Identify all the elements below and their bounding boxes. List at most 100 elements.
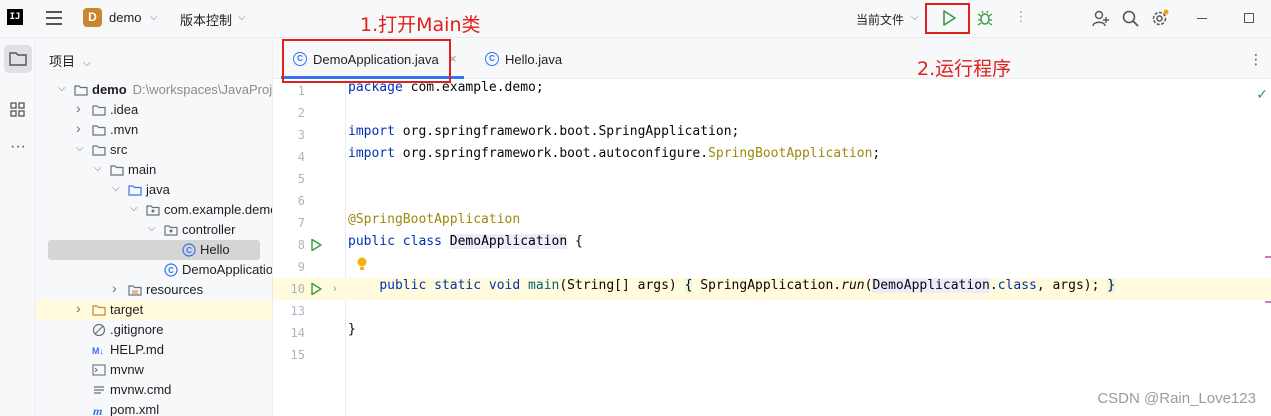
minimize-icon[interactable] [1197,18,1207,19]
tree-item-text: demo [92,82,127,97]
no-problems-check-icon[interactable]: ✓ [1256,86,1268,103]
chevron-down-icon[interactable]: ⌵ [58,83,68,94]
code-token: import [348,146,395,161]
structure-tool-button[interactable] [4,95,32,123]
tab-hello[interactable]: C Hello.java [473,39,583,79]
tree-item-label: pom.xml [110,402,159,416]
tree-item[interactable]: › target [36,300,272,320]
chevron-down-icon[interactable]: ⌵ [76,143,86,154]
chevron-down-icon[interactable]: ⌵ [94,163,104,174]
tree-item[interactable]: › .mvn [36,120,272,140]
run-gutter-icon[interactable] [309,238,323,252]
vcs-menu[interactable]: 版本控制 [180,10,232,29]
maximize-icon[interactable] [1244,13,1254,23]
tree-item-path: D:\workspaces\JavaProje [132,82,273,97]
tree-item-text: java [146,182,170,197]
project-badge[interactable]: D [83,8,102,27]
chevron-right-icon[interactable]: › [76,300,86,316]
tree-item[interactable]: ⌵ main [36,160,272,180]
chevron-down-icon[interactable]: ⌵ [112,183,122,194]
tree-item[interactable]: .gitignore [36,320,272,340]
project-panel: 项目 ⌵ ⌵ demo D:\workspaces\JavaProje › .idea ›… [36,39,273,416]
tree-item-label: DemoApplication [182,262,273,277]
tree-item[interactable]: ⌵ controller [36,220,272,240]
project-tool-button[interactable] [4,45,32,73]
chevron-down-icon[interactable]: ⌵ [150,12,158,23]
tree-item-label: .gitignore [110,322,163,337]
chevron-down-icon[interactable]: ⌵ [83,58,91,69]
more-tabs-icon[interactable]: ⋮ [1249,51,1263,68]
svg-text:m: m [93,404,102,416]
line-number: 6 [297,194,305,208]
run-gutter-icon[interactable] [309,282,323,296]
tree-item-text: pom.xml [110,402,160,416]
chevron-right-icon[interactable]: › [112,280,122,296]
code-line-4[interactable]: import org.springframework.boot.autoconf… [348,146,880,168]
code-token: org.springframework.boot.autoconfigure. [394,146,709,161]
tree-item[interactable]: M↓ HELP.md [36,340,272,360]
more-tools-icon[interactable]: ··· [4,135,32,163]
lightbulb-icon[interactable] [356,256,368,272]
more-actions-icon[interactable]: ⋮ [1014,8,1028,25]
chevron-down-icon[interactable]: ⌵ [148,223,158,234]
line-number: 14 [290,326,305,340]
tree-item-text: .idea [110,102,139,117]
tree-item-label: demo D:\workspaces\JavaProje [92,82,273,97]
chevron-down-icon[interactable]: ⌵ [238,12,246,23]
shell-icon [92,363,106,377]
add-user-icon[interactable] [1091,9,1110,28]
panel-title[interactable]: 项目 ⌵ [49,51,91,70]
module-folder-icon [74,83,88,97]
tree-item-label: target [110,302,143,317]
tree-item-text: main [128,162,157,177]
tree-item[interactable]: ⌵ demo D:\workspaces\JavaProje [36,80,273,100]
chevron-down-icon[interactable]: ⌵ [911,12,919,23]
code-line-1[interactable]: package com.example.demo; [348,80,544,102]
tree-item-text: .mvn [110,122,139,137]
chevron-right-icon[interactable]: › [76,120,86,136]
code-line-14[interactable]: } [348,322,356,344]
debug-icon[interactable] [976,9,994,27]
hamburger-menu-icon[interactable] [46,11,62,25]
line-number: 5 [297,172,305,186]
package-icon [146,203,160,217]
resources-folder-icon [128,283,142,297]
chevron-down-icon[interactable]: ⌵ [130,203,140,214]
annotation-step1: 1.打开Main类 [360,14,481,36]
code-token: SpringBootApplication [708,146,873,161]
code-line-10[interactable]: public static void main(String[] args) {… [346,278,1271,300]
tree-item[interactable]: › .idea [36,100,272,120]
tree-item-text: .gitignore [110,322,164,337]
fold-chevron-icon[interactable]: › [333,283,337,295]
settings-icon[interactable] [1150,9,1169,28]
tree-item[interactable]: ⌵ src [36,140,272,160]
tree-item-text: resources [146,282,204,297]
tree-item[interactable]: C Hello [48,240,260,260]
code-line-3[interactable]: import org.springframework.boot.SpringAp… [348,124,739,146]
tree-item[interactable]: › resources [36,280,272,300]
code-line-7[interactable]: @SpringBootApplication [348,212,520,234]
code-token: DemoApplication [872,278,990,293]
chevron-right-icon[interactable]: › [76,100,86,116]
project-name[interactable]: demo [109,10,142,25]
code-token: static [434,278,482,293]
code-token: main [528,278,560,293]
tree-item-label: mvnw.cmd [110,382,171,397]
tree-item[interactable]: ⌵ com.example.demo [36,200,273,220]
tree-item[interactable]: m pom.xml [36,400,272,416]
tree-item[interactable]: C DemoApplication [36,260,273,280]
run-config-selector[interactable]: 当前文件 [856,11,904,28]
tree-item-label: com.example.demo [164,202,273,217]
package-icon [164,223,178,237]
search-icon[interactable] [1121,9,1140,28]
tree-item[interactable]: mvnw.cmd [36,380,272,400]
tree-item[interactable]: ⌵ java [36,180,272,200]
tree-item-text: com.example.demo [164,202,273,217]
line-number: 4 [297,150,305,164]
maven-icon: m [92,403,106,416]
tree-item-text: DemoApplication [182,262,273,277]
code-line-8[interactable]: public class DemoApplication { [348,234,583,256]
tree-item[interactable]: mvnw [36,360,272,380]
intellij-logo-icon[interactable]: IJ [7,9,23,25]
class-icon: C [485,52,499,66]
